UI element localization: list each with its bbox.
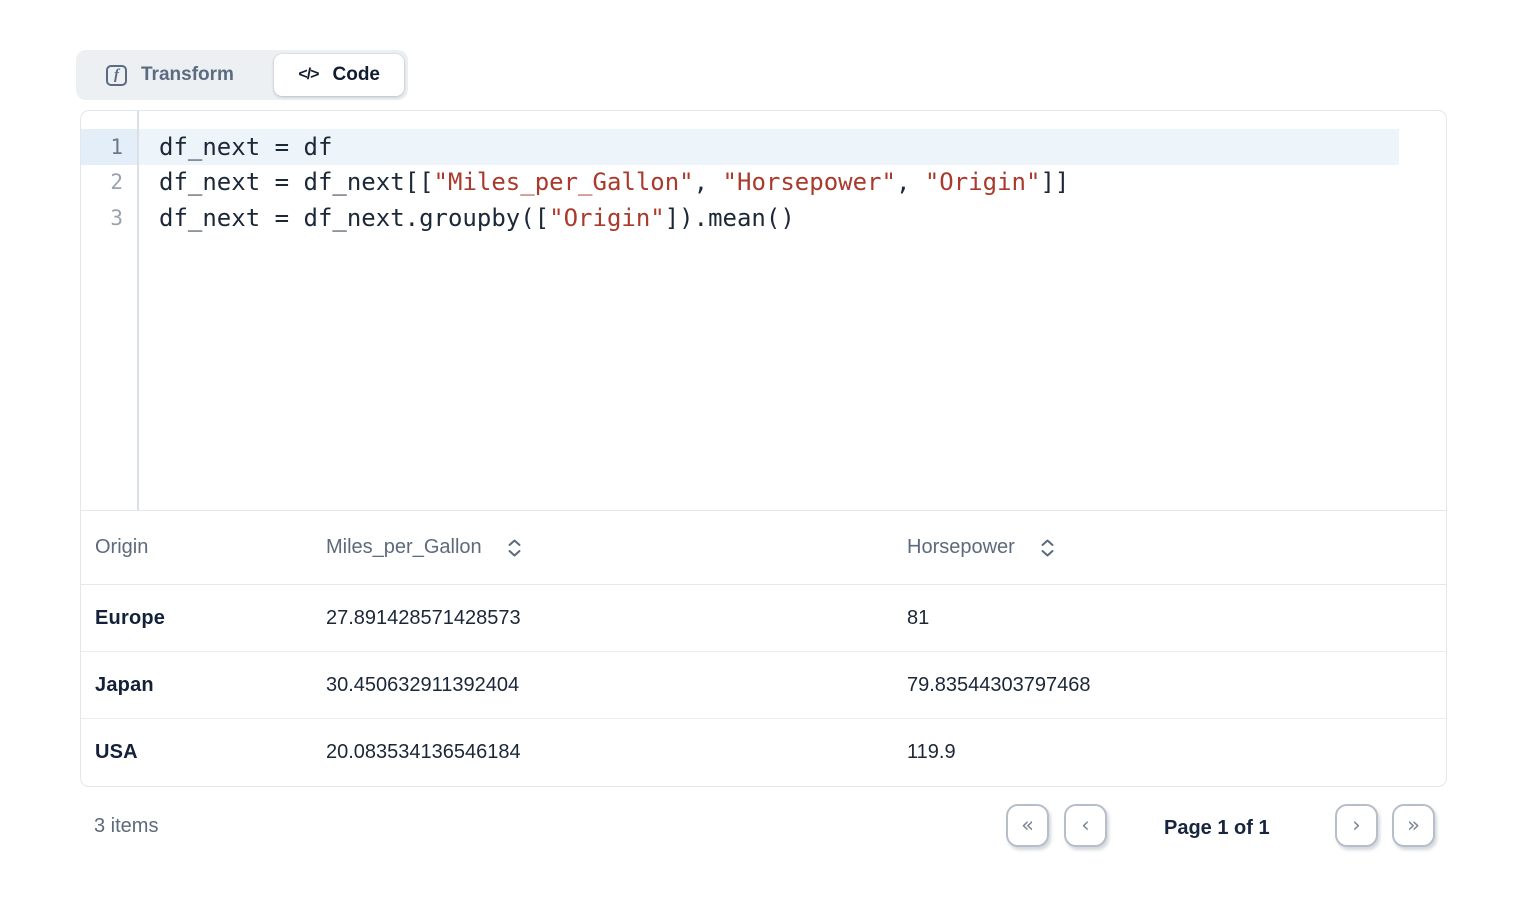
line-number: 3 xyxy=(110,206,123,230)
code-line-1[interactable]: 1 df_next = df xyxy=(81,129,1399,165)
table-row: USA 20.083534136546184 119.9 xyxy=(81,719,1446,786)
screen: f Transform </> Code 1 df_next = df 2 df… xyxy=(0,0,1516,918)
code-line-2[interactable]: 2 df_next = df_next[["Miles_per_Gallon",… xyxy=(81,165,1399,201)
chevron-right-icon: › xyxy=(1352,815,1360,836)
column-header-miles-per-gallon[interactable]: Miles_per_Gallon xyxy=(312,536,893,559)
line-number: 1 xyxy=(110,135,123,159)
sort-icon[interactable] xyxy=(1040,538,1055,558)
cell-horsepower: 81 xyxy=(893,607,1446,630)
cell-origin: Japan xyxy=(81,674,312,697)
code-line-content: df_next = df_next.groupby(["Origin"]).me… xyxy=(139,204,795,232)
code-editor[interactable]: 1 df_next = df 2 df_next = df_next[["Mil… xyxy=(81,111,1446,511)
line-number-gutter: 2 xyxy=(81,165,139,201)
line-number: 2 xyxy=(110,170,123,194)
tab-transform[interactable]: f Transform xyxy=(80,54,234,96)
tab-code[interactable]: </> Code xyxy=(274,54,404,96)
line-number-gutter: 1 xyxy=(81,129,139,165)
column-header-origin: Origin xyxy=(81,536,312,559)
cell-panel: 1 df_next = df 2 df_next = df_next[["Mil… xyxy=(80,110,1447,787)
chevron-left-icon: ‹ xyxy=(1081,815,1089,836)
cell-miles-per-gallon: 27.891428571428573 xyxy=(312,607,893,630)
table-row: Japan 30.450632911392404 79.835443037974… xyxy=(81,652,1446,719)
sort-icon[interactable] xyxy=(507,538,522,558)
first-page-button[interactable]: « xyxy=(1006,804,1049,847)
table-header-row: Origin Miles_per_Gallon Horsepower xyxy=(81,511,1446,585)
cell-horsepower: 119.9 xyxy=(893,741,1446,764)
table-row: Europe 27.891428571428573 81 xyxy=(81,585,1446,652)
code-line-content: df_next = df xyxy=(139,133,332,161)
cell-miles-per-gallon: 30.450632911392404 xyxy=(312,674,893,697)
tab-transform-label: Transform xyxy=(141,64,234,86)
cell-miles-per-gallon: 20.083534136546184 xyxy=(312,741,893,764)
cell-origin: USA xyxy=(81,741,312,764)
line-number-gutter: 3 xyxy=(81,200,139,236)
items-count: 3 items xyxy=(94,815,158,838)
function-icon: f xyxy=(106,65,127,86)
last-page-button[interactable]: » xyxy=(1392,804,1435,847)
code-line-content: df_next = df_next[["Miles_per_Gallon", "… xyxy=(139,168,1069,196)
cell-horsepower: 79.83544303797468 xyxy=(893,674,1446,697)
cell-origin: Europe xyxy=(81,607,312,630)
next-page-button[interactable]: › xyxy=(1335,804,1378,847)
page-indicator: Page 1 of 1 xyxy=(1164,817,1270,840)
double-chevron-right-icon: » xyxy=(1407,815,1420,836)
double-chevron-left-icon: « xyxy=(1021,815,1034,836)
column-header-horsepower[interactable]: Horsepower xyxy=(893,536,1446,559)
previous-page-button[interactable]: ‹ xyxy=(1064,804,1107,847)
tab-code-label: Code xyxy=(333,64,381,86)
code-icon: </> xyxy=(298,66,318,84)
view-toggle: f Transform </> Code xyxy=(76,50,408,100)
code-line-3[interactable]: 3 df_next = df_next.groupby(["Origin"]).… xyxy=(81,200,1399,236)
